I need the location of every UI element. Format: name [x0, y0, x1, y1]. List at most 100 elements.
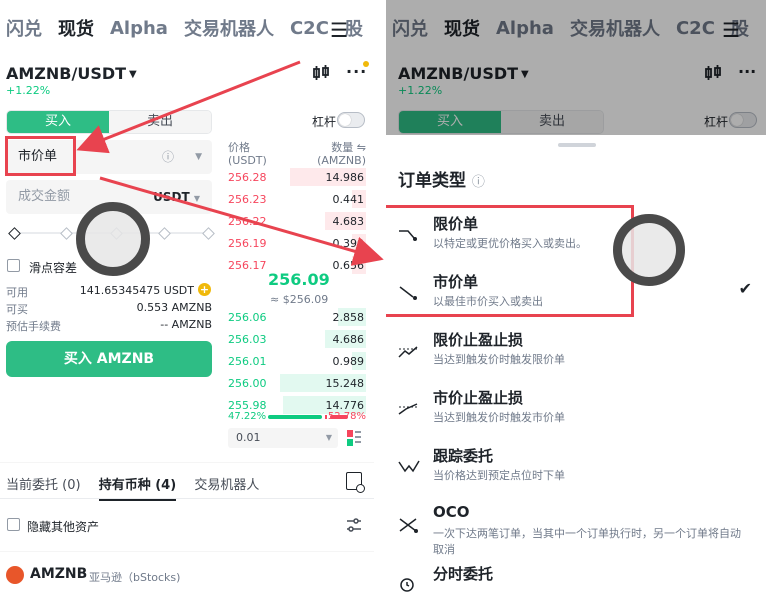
ob-qty: 4.686 — [332, 333, 365, 346]
tab-c2c[interactable]: C2C — [290, 18, 329, 39]
slippage-label: 滑点容差 — [29, 261, 78, 275]
modal-overlay[interactable] — [386, 0, 766, 135]
slider-stop-25[interactable] — [60, 227, 73, 240]
sheet-title-text: 订单类型 — [398, 171, 466, 191]
ob-price: 256.22 — [228, 215, 267, 228]
candlestick-chart-icon[interactable] — [312, 64, 330, 86]
amount-unit-select[interactable]: USDT ▼ — [153, 180, 200, 216]
info-icon[interactable]: ⓘ — [472, 175, 485, 190]
filter-icon[interactable] — [346, 517, 362, 533]
ob-header-price-unit: (USDT) — [228, 154, 267, 167]
amount-unit: USDT — [153, 190, 190, 204]
last-price: 256.09 — [268, 270, 330, 289]
tab-spot[interactable]: 现货 — [58, 15, 94, 41]
bid-row[interactable]: 256.01 0.989 — [228, 352, 366, 372]
highlight-box — [5, 136, 76, 176]
ob-header-price: 价格 (USDT) — [228, 141, 267, 167]
check-icon: ✔ — [738, 279, 752, 298]
option-title: 限价止盈止损 — [433, 331, 524, 349]
ob-price: 256.00 — [228, 377, 267, 390]
hide-assets-checkbox[interactable] — [7, 518, 20, 531]
dropdown-arrow-icon: ▼ — [195, 152, 202, 162]
ob-qty: 15.248 — [325, 377, 365, 390]
price-change: +1.22% — [6, 84, 51, 97]
pair-name: AMZNB/USDT — [6, 64, 127, 83]
holding-symbol[interactable]: AMZNB — [30, 566, 87, 582]
menu-icon[interactable]: ☰ — [330, 18, 348, 42]
bid-row[interactable]: 256.03 4.686 — [228, 330, 366, 350]
order-type-option[interactable]: 限价止盈止损 当达到触发价时触发限价单 — [386, 329, 766, 381]
fee-label: 预估手续费 — [6, 320, 61, 333]
ob-price: 256.28 — [228, 171, 267, 184]
trade-screen: 闪兑 现货 Alpha 交易机器人 C2C 股 ☰ AMZNB/USDT ▼ +1… — [0, 0, 374, 597]
tab-flash-swap[interactable]: 闪兑 — [6, 15, 42, 41]
precision-value: 0.01 — [236, 431, 261, 444]
panel-gap — [374, 0, 386, 597]
ask-row[interactable]: 256.23 0.441 — [228, 190, 366, 210]
sell-ratio: 52.78% — [327, 411, 366, 422]
tab-open-orders[interactable]: 当前委托 (0) — [6, 478, 81, 493]
last-price-usd: ≈ $256.09 — [270, 293, 329, 306]
loading-spinner — [613, 214, 685, 286]
top-tabs: 闪兑 现货 Alpha 交易机器人 C2C 股 ☰ — [0, 0, 374, 56]
sell-tab[interactable]: 卖出 — [109, 111, 211, 133]
info-icon[interactable]: ⓘ — [162, 140, 174, 174]
option-title: 分时委托 — [433, 565, 494, 583]
order-history-icon[interactable] — [346, 472, 365, 493]
ask-row[interactable]: 256.19 0.390 — [228, 234, 366, 254]
ob-price: 256.19 — [228, 237, 267, 250]
leverage-label: 杠杆 — [312, 115, 337, 129]
precision-select[interactable]: 0.01 ▼ — [228, 428, 338, 448]
add-funds-icon[interactable]: + — [198, 283, 211, 296]
option-description: 当价格达到预定点位时下单 — [433, 469, 565, 482]
buy-ratio-bar — [268, 415, 322, 419]
chevron-down-icon: ▼ — [129, 69, 137, 80]
slippage-checkbox[interactable] — [7, 259, 20, 272]
buy-ratio: 47.22% — [228, 411, 267, 422]
sheet-title: 订单类型 ⓘ — [398, 166, 485, 191]
ob-price: 256.03 — [228, 333, 267, 346]
highlight-box — [386, 205, 634, 317]
ob-header-qty-label: 数量 — [331, 141, 354, 154]
option-title: 市价止盈止损 — [433, 389, 524, 407]
ob-header-price-label: 价格 — [228, 141, 250, 154]
ob-price: 256.17 — [228, 259, 267, 272]
orderbook-layout-icon[interactable] — [347, 430, 361, 446]
buy-button[interactable]: 买入 AMZNB — [6, 341, 212, 377]
order-type-option[interactable]: OCO 一次下达两笔订单，当其中一个订单执行时，另一个订单将自动取消 — [386, 503, 766, 556]
oco-icon — [398, 517, 420, 533]
slider-handle[interactable] — [8, 227, 21, 240]
sheet-handle[interactable] — [558, 143, 596, 147]
order-type-option[interactable]: 市价止盈止损 当达到触发价时触发市价单 — [386, 387, 766, 439]
can-buy-label: 可买 — [6, 303, 28, 316]
order-type-sheet: 订单类型 ⓘ 限价单 以特定或更优价格买入或卖出。 市价单 以最佳市价买入或卖出 ✔ 限价… — [386, 135, 766, 597]
amazon-logo-icon — [6, 566, 24, 584]
bid-row[interactable]: 256.00 15.248 — [228, 374, 366, 394]
ask-row[interactable]: 256.22 4.683 — [228, 212, 366, 232]
order-type-option[interactable]: 跟踪委托 当价格达到预定点位时下单 — [386, 445, 766, 497]
ratio-divider — [325, 415, 327, 419]
ob-header-qty-unit: (AMZNB) — [317, 154, 366, 167]
pair-selector[interactable]: AMZNB/USDT ▼ — [6, 64, 137, 83]
leverage-toggle[interactable] — [337, 112, 365, 128]
holding-name: 亚马逊（bStocks) — [89, 571, 181, 584]
bid-row[interactable]: 256.06 2.858 — [228, 308, 366, 328]
stop-market-icon — [398, 401, 420, 417]
tab-trading-bots[interactable]: 交易机器人 — [184, 15, 274, 41]
slider-stop-75[interactable] — [158, 227, 171, 240]
ob-qty: 0.989 — [332, 355, 365, 368]
ob-qty: 2.858 — [332, 311, 365, 324]
tab-bots[interactable]: 交易机器人 — [194, 478, 259, 493]
available-value: 141.65345475 USDT — [79, 284, 194, 297]
order-type-option[interactable]: 分时委托 — [386, 563, 766, 597]
slider-stop-100[interactable] — [202, 227, 215, 240]
ob-header-qty[interactable]: 数量 ⇋ (AMZNB) — [317, 141, 366, 167]
available-label: 可用 — [6, 286, 28, 299]
ask-row[interactable]: 256.28 14.986 — [228, 168, 366, 188]
option-title: OCO — [433, 503, 470, 521]
ob-qty: 14.986 — [325, 171, 365, 184]
tab-alpha[interactable]: Alpha — [110, 18, 168, 39]
buy-tab[interactable]: 买入 — [7, 111, 109, 133]
twap-icon — [398, 577, 420, 593]
trailing-stop-icon — [398, 459, 420, 475]
